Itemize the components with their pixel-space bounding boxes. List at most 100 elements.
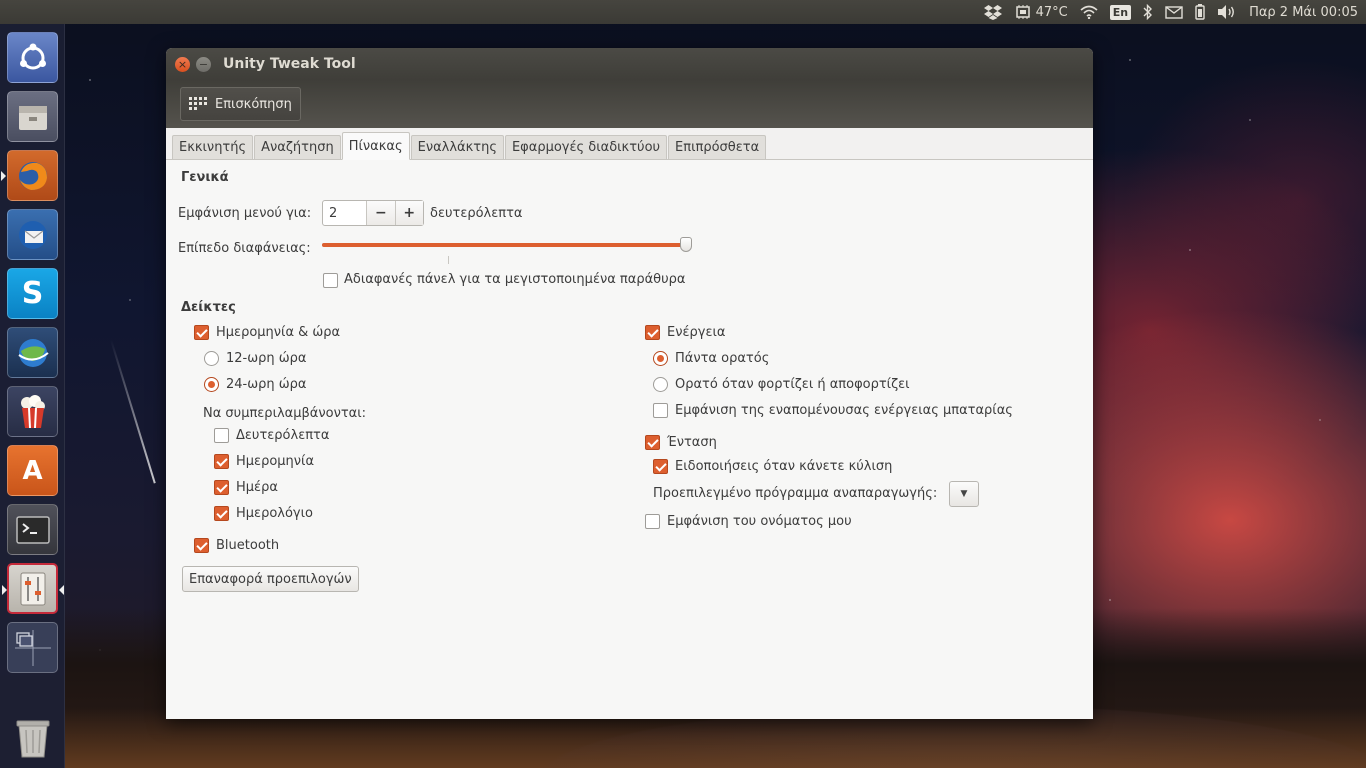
software-center-icon[interactable]: A: [7, 445, 58, 496]
volume-checkbox[interactable]: [645, 435, 660, 450]
window-title: Unity Tweak Tool: [223, 56, 356, 72]
tab-search[interactable]: Αναζήτηση: [254, 135, 341, 159]
thunderbird-icon[interactable]: [7, 209, 58, 260]
reset-defaults-button[interactable]: Επαναφορά προεπιλογών: [182, 566, 359, 592]
clock-indicator[interactable]: Παρ 2 Μάι 00:05: [1249, 0, 1358, 24]
terminal-icon[interactable]: [7, 504, 58, 555]
close-button[interactable]: ×: [175, 56, 190, 72]
toolbar: Επισκόπηση: [166, 80, 1093, 128]
weekday-checkbox[interactable]: [214, 480, 229, 495]
overview-button[interactable]: Επισκόπηση: [180, 87, 301, 121]
volume-icon[interactable]: [1217, 0, 1237, 24]
date-label: Ημερομηνία: [236, 454, 315, 469]
show-name-label: Εμφάνιση του ονόματος μου: [667, 514, 852, 529]
power-charging-visible-radio[interactable]: [653, 377, 668, 392]
scroll-notify-label: Ειδοποιήσεις όταν κάνετε κύλιση: [675, 459, 893, 474]
clock-12h-label: 12-ωρη ώρα: [226, 351, 307, 366]
power-charging-visible-label: Ορατό όταν φορτίζει ή αποφορτίζει: [675, 377, 910, 392]
menu-visible-unit: δευτερόλεπτα: [430, 206, 523, 221]
transparency-slider-handle[interactable]: [680, 237, 692, 252]
bluetooth-checkbox[interactable]: [194, 538, 209, 553]
unity-tweak-tool-window: × − Unity Tweak Tool Επισκόπηση Εκκινητή…: [166, 48, 1093, 719]
panel-settings-content: Γενικά Εμφάνιση μενού για: 2 − + δευτερό…: [166, 160, 1093, 719]
menu-visible-spinbox[interactable]: 2 − +: [322, 200, 424, 226]
bluetooth-label: Bluetooth: [216, 538, 280, 553]
calendar-label: Ημερολόγιο: [236, 506, 313, 521]
menu-visible-label: Εμφάνιση μενού για:: [178, 206, 312, 221]
battery-remaining-checkbox[interactable]: [653, 403, 668, 418]
increment-button[interactable]: +: [394, 201, 423, 225]
opaque-panel-checkbox[interactable]: [323, 273, 338, 288]
keyboard-layout-indicator[interactable]: En: [1109, 0, 1132, 24]
workspace-switcher-icon[interactable]: [7, 622, 58, 673]
date-checkbox[interactable]: [214, 454, 229, 469]
cpu-temperature-indicator[interactable]: 47°C: [1014, 0, 1068, 24]
slider-tick-mark: [448, 256, 449, 264]
clock-text: Παρ 2 Μάι 00:05: [1249, 4, 1358, 20]
minimize-button[interactable]: −: [196, 56, 211, 72]
opaque-panel-label: Αδιαφανές πάνελ για τα μεγιστοποιημένα π…: [344, 272, 686, 287]
window-titlebar[interactable]: × − Unity Tweak Tool: [166, 48, 1093, 80]
datetime-checkbox[interactable]: [194, 325, 209, 340]
reset-defaults-label: Επαναφορά προεπιλογών: [189, 571, 352, 587]
tab-additional[interactable]: Επιπρόσθετα: [668, 135, 767, 159]
power-always-visible-radio[interactable]: [653, 351, 668, 366]
keyboard-layout-label: En: [1109, 4, 1132, 20]
running-indicator: [1, 171, 6, 181]
unity-tweak-tool-icon[interactable]: [2, 563, 64, 614]
general-section-title: Γενικά: [181, 170, 229, 185]
firefox-icon[interactable]: [1, 150, 58, 201]
power-label: Ενέργεια: [667, 325, 726, 340]
default-player-label: Προεπιλεγμένο πρόγραμμα αναπαραγωγής:: [653, 486, 938, 501]
files-icon[interactable]: [7, 91, 58, 142]
close-icon: ×: [177, 57, 188, 71]
google-earth-icon[interactable]: [7, 327, 58, 378]
tab-bar: Εκκινητής Αναζήτηση Πίνακας Εναλλάκτης Ε…: [166, 128, 1093, 160]
bluetooth-icon[interactable]: [1143, 0, 1153, 24]
tab-switcher[interactable]: Εναλλάκτης: [410, 135, 504, 159]
wifi-icon[interactable]: [1080, 0, 1098, 24]
volume-label: Ένταση: [667, 435, 717, 450]
skype-icon[interactable]: S: [7, 268, 58, 319]
overview-label: Επισκόπηση: [215, 96, 292, 112]
running-indicator: [2, 585, 7, 595]
tab-launcher[interactable]: Εκκινητής: [172, 135, 254, 159]
dropbox-icon[interactable]: [983, 0, 1002, 24]
tab-panel[interactable]: Πίνακας: [341, 132, 410, 160]
temperature-text: 47°C: [1035, 4, 1068, 20]
mail-icon[interactable]: [1165, 0, 1183, 24]
trash-icon[interactable]: [7, 712, 58, 763]
decrement-button[interactable]: −: [366, 201, 395, 225]
clock-24h-radio[interactable]: [204, 377, 219, 392]
popcorn-time-icon[interactable]: [7, 386, 58, 437]
battery-remaining-label: Εμφάνιση της εναπομένουσας ενέργειας μπα…: [675, 403, 1013, 418]
chevron-down-icon: ▼: [960, 489, 968, 499]
transparency-slider-fill: [322, 243, 686, 247]
datetime-label: Ημερομηνία & ώρα: [216, 325, 341, 340]
clock-12h-radio[interactable]: [204, 351, 219, 366]
include-label: Να συμπεριλαμβάνονται:: [203, 406, 367, 421]
indicators-section-title: Δείκτες: [181, 300, 236, 315]
power-always-visible-label: Πάντα ορατός: [675, 351, 770, 366]
scroll-notify-checkbox[interactable]: [653, 459, 668, 474]
dash-home-icon[interactable]: [7, 32, 58, 83]
clock-24h-label: 24-ωρη ώρα: [226, 377, 307, 392]
tab-web-apps[interactable]: Εφαρμογές διαδικτύου: [504, 135, 668, 159]
battery-icon[interactable]: [1195, 0, 1205, 24]
transparency-label: Επίπεδο διαφάνειας:: [178, 241, 311, 256]
grid-icon: [189, 97, 207, 110]
launcher: S A: [0, 24, 65, 768]
show-name-checkbox[interactable]: [645, 514, 660, 529]
cpu-icon: [1015, 5, 1030, 19]
weekday-label: Ημέρα: [236, 480, 278, 495]
default-player-dropdown[interactable]: ▼: [949, 481, 979, 507]
seconds-label: Δευτερόλεπτα: [236, 428, 330, 443]
minimize-icon: −: [198, 57, 209, 71]
power-checkbox[interactable]: [645, 325, 660, 340]
focused-indicator: [59, 585, 64, 595]
seconds-checkbox[interactable]: [214, 428, 229, 443]
menu-visible-value[interactable]: 2: [323, 201, 366, 225]
transparency-slider[interactable]: [322, 237, 692, 252]
top-panel: 47°C En Παρ 2 Μάι 00:05: [0, 0, 1366, 24]
calendar-checkbox[interactable]: [214, 506, 229, 521]
